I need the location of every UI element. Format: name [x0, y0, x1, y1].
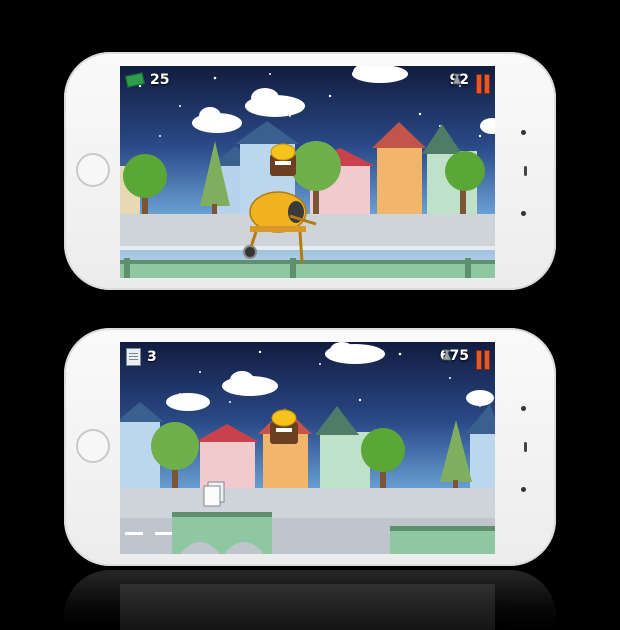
sidewalk: [120, 214, 495, 246]
game-scene-bottom: [120, 342, 495, 554]
phone-landscape-top: 25 92: [64, 52, 556, 290]
score-value: 25: [150, 72, 170, 88]
construction-worker: [270, 409, 298, 444]
cash-icon: [124, 72, 146, 88]
phone-landscape-bottom: 3 675: [64, 328, 556, 566]
paper-stack-icon: [126, 348, 141, 366]
home-button[interactable]: [76, 153, 110, 187]
curb: [120, 246, 495, 250]
construction-worker: [270, 143, 296, 176]
score-value: 3: [147, 349, 157, 365]
score-display: 25: [124, 72, 170, 88]
stars: [138, 73, 482, 138]
game-screen-bottom[interactable]: 3 675: [120, 342, 495, 554]
pause-icon[interactable]: [476, 350, 490, 370]
sensor-dot: [521, 211, 526, 216]
trees: [151, 420, 472, 490]
bridge-platform: [120, 258, 495, 278]
speaker-slot: [524, 442, 527, 452]
home-button[interactable]: [76, 429, 110, 463]
score-display: 3: [126, 348, 157, 366]
money-bag-icon: [442, 349, 452, 361]
speaker-slot: [524, 166, 527, 176]
game-screen-top[interactable]: 25 92: [120, 66, 495, 278]
sensor-dot: [521, 487, 526, 492]
coins-display: 675: [440, 348, 469, 364]
phone-reflection: [64, 570, 556, 630]
paper-stack-pickup: [203, 481, 225, 507]
camera-dot: [521, 406, 526, 411]
coins-display: 92: [450, 72, 469, 88]
money-bag-icon: [451, 73, 462, 85]
cement-mixer: [243, 191, 317, 263]
reflection-screen: [120, 584, 495, 630]
pause-icon[interactable]: [476, 74, 490, 94]
game-scene-top: [120, 66, 495, 278]
camera-dot: [521, 130, 526, 135]
